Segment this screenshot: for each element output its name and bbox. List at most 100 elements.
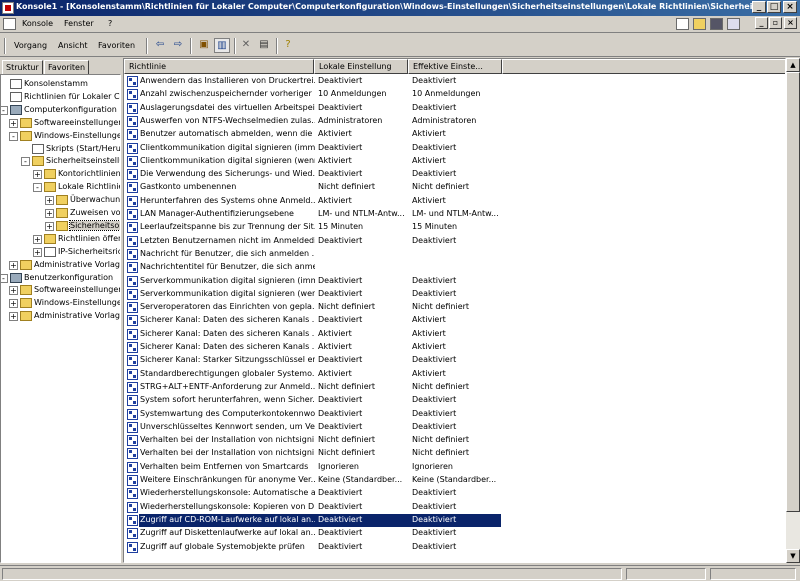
table-row[interactable]: Weitere Einschränkungen für anonyme Ver.… [124,474,785,487]
collapse-icon[interactable]: - [1,273,8,283]
expand-icon[interactable]: + [9,312,18,322]
effective-setting-cell: Deaktiviert [412,102,457,112]
menu-help[interactable]: ? [108,19,112,28]
effective-setting-cell: Aktiviert [412,368,446,378]
table-row[interactable]: Herunterfahren des Systems ohne Anmeld..… [124,195,785,208]
table-row[interactable]: Auswerfen von NTFS-Wechselmedien zulas..… [124,115,785,128]
table-row[interactable]: Systemwartung des Computerkontokennwo...… [124,408,785,421]
table-row[interactable]: Clientkommunikation digital signieren (w… [124,155,785,168]
vertical-scrollbar[interactable]: ▲ ▼ [786,58,800,563]
menu-vorgang[interactable]: Vorgang [14,41,47,50]
column-header-effektive-einstellung[interactable]: Effektive Einste... [408,59,502,74]
table-row[interactable]: Sicherer Kanal: Daten des sicheren Kanal… [124,341,785,354]
table-row[interactable]: Verhalten bei der Installation von nicht… [124,434,785,447]
expand-icon[interactable]: + [33,170,42,180]
forward-arrow-icon[interactable]: ⇨ [170,38,186,53]
table-row[interactable]: Sicherer Kanal: Starker Sitzungsschlüsse… [124,354,785,367]
save-icon[interactable] [710,18,723,30]
expand-icon[interactable]: + [9,299,18,309]
effective-setting-cell: Nicht definiert [412,381,470,391]
menu-favoriten[interactable]: Favoriten [98,41,135,50]
table-row[interactable]: Unverschlüsseltes Kennwort senden, um Ve… [124,421,785,434]
expand-icon[interactable]: + [33,234,42,244]
scrollbar-thumb[interactable] [786,72,800,512]
table-row[interactable]: Gastkonto umbenennen Nicht definiert Nicht… [124,181,785,194]
collapse-icon[interactable]: - [9,131,18,141]
table-row[interactable]: Clientkommunikation digital signieren (i… [124,142,785,155]
mdi-close-button[interactable]: × [784,17,797,29]
tab-favoriten[interactable]: Favoriten [44,60,90,75]
menu-ansicht[interactable]: Ansicht [58,41,88,50]
effective-setting-cell: Deaktiviert [412,395,457,405]
table-row[interactable]: Letzten Benutzernamen nicht im Anmeldedi… [124,235,785,248]
console-app-icon[interactable] [2,2,14,14]
folder-icon [56,220,68,231]
maximize-button[interactable]: □ [767,1,781,13]
collapse-icon[interactable]: - [21,157,30,167]
table-row[interactable]: Nachrichtentitel für Benutzer, die sich … [124,261,785,274]
table-row[interactable]: Zugriff auf CD-ROM-Laufwerke auf lokal a… [124,513,785,527]
policy-name-cell: Serverkommunikation digital signieren (i… [140,275,315,285]
menu-fenster[interactable]: Fenster [64,19,94,28]
table-row[interactable]: Leerlaufzeitspanne bis zur Trennung der … [124,221,785,234]
table-row[interactable]: Die Verwendung des Sicherungs- und Wied.… [124,168,785,181]
table-row[interactable]: Zugriff auf Diskettenlaufwerke auf lokal… [124,527,785,540]
table-row[interactable]: Anwendern das Installieren von Druckertr… [124,75,785,88]
document-icon[interactable] [3,18,16,30]
effective-setting-cell: Deaktiviert [412,288,457,298]
minimize-button[interactable]: _ [752,1,766,13]
table-row[interactable]: Verhalten beim Entfernen von Smartcards I… [124,461,785,474]
tab-struktur[interactable]: Struktur [2,60,43,75]
table-row[interactable]: Sicherer Kanal: Daten des sicheren Kanal… [124,328,785,341]
expand-icon[interactable]: + [9,118,18,128]
table-row[interactable]: Zugriff auf globale Systemobjekte prüfen… [124,541,785,554]
table-row[interactable]: Benutzer automatisch abmelden, wenn die … [124,128,785,141]
table-row[interactable]: LAN Manager-Authentifizierungsebene LM- u… [124,208,785,221]
back-arrow-icon[interactable]: ⇦ [152,38,168,53]
properties-icon[interactable]: ▤ [256,38,272,53]
table-row[interactable]: Standardberechtigungen globaler Systemo.… [124,368,785,381]
expand-icon[interactable]: + [45,221,54,231]
policy-name-cell: Serveroperatoren das Einrichten von gepl… [140,302,315,312]
close-button[interactable]: × [783,1,797,13]
toolbar-separator [146,38,148,54]
table-row[interactable]: Wiederherstellungskonsole: Kopieren von … [124,501,785,514]
column-header-lokale-einstellung[interactable]: Lokale Einstellung [314,59,408,74]
collapse-icon[interactable]: - [33,183,42,193]
show-hide-tree-icon[interactable]: ▥ [214,38,230,53]
table-row[interactable]: System sofort herunterfahren, wenn Siche… [124,394,785,407]
mdi-restore-button[interactable]: ▫ [769,17,782,29]
collapse-icon[interactable]: - [1,105,8,115]
tree-node-label: Richtlinien für Lokaler Computer [24,91,120,101]
delete-icon[interactable]: ✕ [238,38,254,53]
scroll-up-button[interactable]: ▲ [786,58,800,72]
toolbar-separator [276,38,278,54]
up-folder-icon[interactable]: ▣ [196,38,212,53]
expand-icon[interactable]: + [33,247,42,257]
table-row[interactable]: Verhalten bei der Installation von nicht… [124,447,785,460]
expand-icon[interactable]: + [9,286,18,296]
table-row[interactable]: Wiederherstellungskonsole: Automatische … [124,487,785,500]
table-row[interactable]: Serverkommunikation digital signieren (i… [124,275,785,288]
table-row[interactable]: STRG+ALT+ENTF-Anforderung zur Anmeld... N… [124,381,785,394]
table-row[interactable]: Serverkommunikation digital signieren (w… [124,288,785,301]
table-row[interactable]: Anzahl zwischenzuspeichernder vorheriger… [124,88,785,101]
expand-icon[interactable]: + [45,196,54,206]
open-folder-icon[interactable] [693,18,706,30]
expand-icon[interactable]: + [9,260,18,270]
table-row[interactable]: Nachricht für Benutzer, die sich anmelde… [124,248,785,261]
policy-icon [127,89,138,101]
table-row[interactable]: Sicherer Kanal: Daten des sicheren Kanal… [124,314,785,327]
new-window-icon[interactable] [727,18,740,30]
expand-icon[interactable]: + [45,209,54,218]
menu-konsole[interactable]: Konsole [22,19,53,28]
table-row[interactable]: Serveroperatoren das Einrichten von gepl… [124,301,785,314]
column-header-richtlinie[interactable]: Richtlinie [124,59,314,74]
policy-name-cell: Anzahl zwischenzuspeichernder vorheriger… [140,89,315,99]
scroll-down-button[interactable]: ▼ [786,549,800,563]
help-icon[interactable]: ? [280,38,296,53]
new-document-icon[interactable] [676,18,689,30]
mdi-minimize-button[interactable]: _ [755,17,768,29]
policy-icon [127,448,138,460]
table-row[interactable]: Auslagerungsdatei des virtuellen Arbeits… [124,102,785,115]
